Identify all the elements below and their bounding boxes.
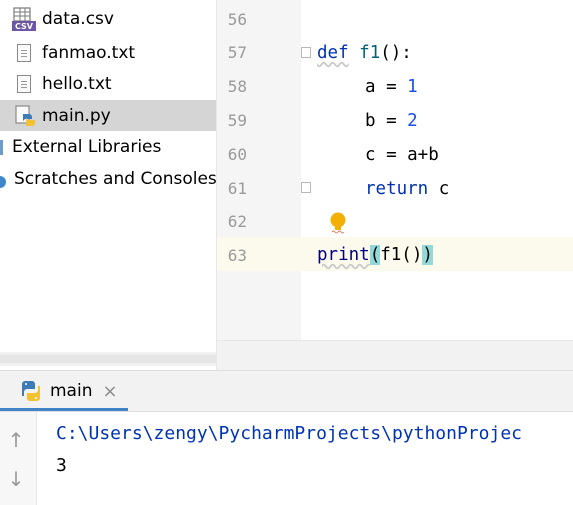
text-file-icon [17,75,31,93]
tree-item-data-csv[interactable]: CSV data.csv [12,4,216,34]
tree-item-scratches-and-consoles[interactable]: Scratches and Consoles [0,164,217,194]
code-line-61: return c [365,179,450,199]
horizontal-scrollbar[interactable] [0,352,216,366]
tree-item-label: fanmao.txt [42,43,136,63]
tree-item-label: main.py [42,105,111,126]
scrollbar-thumb[interactable] [0,355,216,363]
console-command-line: C:\Users\zengy\PycharmProjects\pythonPro… [56,423,522,444]
run-toolbar: ↑ ↓ [0,412,37,505]
tree-item-label: External Libraries [12,137,162,157]
line-number: 61 [227,179,247,198]
tree-item-label: Scratches and Consoles [14,169,217,189]
line-number: 60 [227,145,247,164]
code-line-63: print(f1()) [317,245,433,265]
python-file-icon [14,104,36,127]
project-tree: CSV data.csv fanmao.txt hello.txt main.p… [0,0,217,370]
arrow-down-icon[interactable]: ↓ [5,467,27,491]
run-tab-main[interactable]: main × [0,371,128,411]
run-tool-window: main × ↑ ↓ C:\Users\zengy\PycharmProject… [0,370,573,505]
svg-text:CSV: CSV [15,22,34,31]
tree-item-main-py[interactable]: main.py [0,100,216,131]
arrow-up-icon[interactable]: ↑ [5,428,27,452]
console-output-line: 3 [56,455,67,476]
csv-file-icon: CSV [12,7,36,31]
scratches-icon [0,173,8,188]
fold-marker-icon[interactable] [301,47,311,58]
line-number: 62 [227,212,247,231]
code-line-58: a = 1 [365,77,418,97]
run-tab-label: main [50,381,93,401]
editor-horizontal-scrollbar[interactable] [217,340,573,371]
line-number: 63 [227,246,247,265]
active-tab-indicator [0,408,128,411]
library-icon [0,138,4,156]
tree-item-fanmao-txt[interactable]: fanmao.txt [17,38,216,68]
run-tab-bar: main × [0,371,573,412]
code-line-59: b = 2 [365,111,418,131]
code-editor[interactable]: 56 57 58 59 60 61 62 63 def f1(): a = 1 … [216,0,573,371]
lightbulb-icon[interactable] [329,212,347,234]
tree-item-hello-txt[interactable]: hello.txt [17,69,216,99]
code-line-57: def f1(): [317,43,412,63]
tree-item-label: data.csv [42,9,114,29]
text-file-icon [17,44,31,62]
close-icon[interactable]: × [102,381,117,402]
line-number: 59 [227,111,247,130]
tree-item-label: hello.txt [42,74,112,94]
fold-marker-icon[interactable] [301,182,311,193]
python-run-icon [20,380,42,402]
line-number: 56 [227,10,247,29]
line-number: 57 [227,43,247,62]
line-number: 58 [227,77,247,96]
tree-item-external-libraries[interactable]: External Libraries [0,132,216,162]
code-line-60: c = a+b [365,145,439,165]
